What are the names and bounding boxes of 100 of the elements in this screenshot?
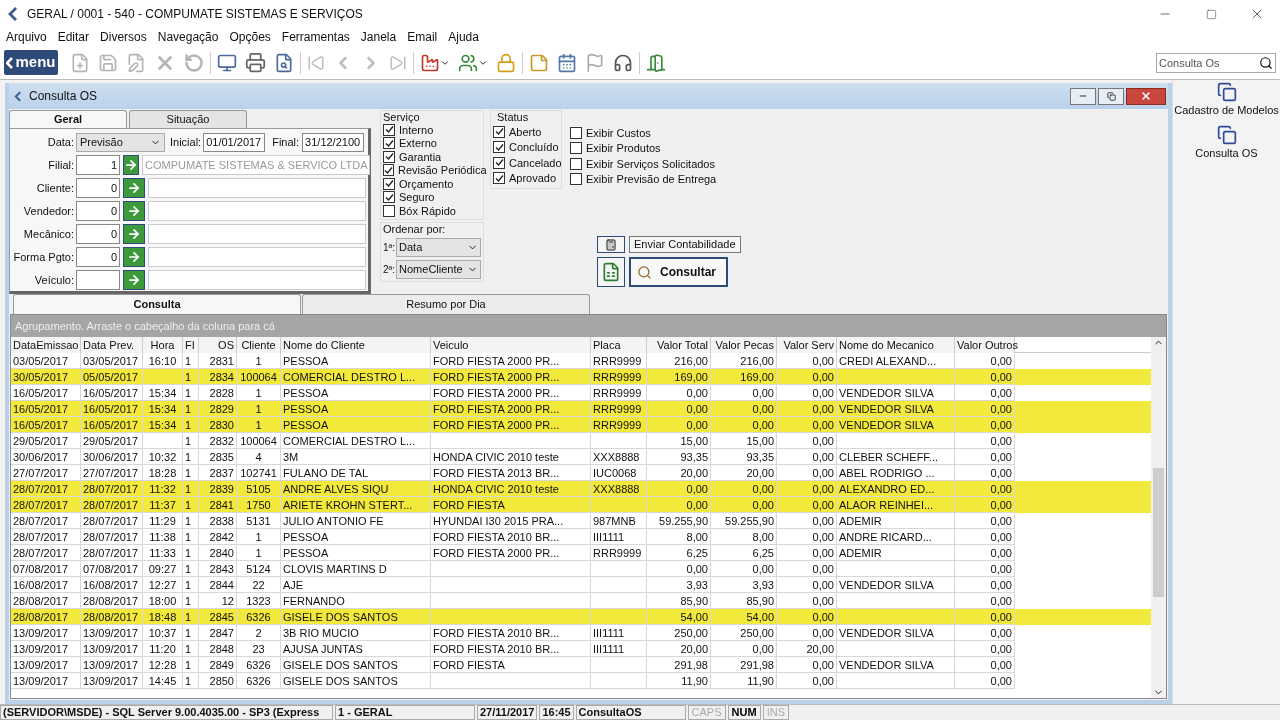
code-field[interactable]: 0 xyxy=(76,247,120,267)
column-header[interactable]: Cliente xyxy=(237,337,281,353)
column-header[interactable]: OS xyxy=(199,337,237,353)
table-row[interactable]: 28/07/2017 28/07/2017 11:32 1 2839 5105 ANDRE ALVES SIQU HONDA CIVIC 2010 teste XXX8888 0,00 0,00 0,00 ALEXANDRO ED... 0,00 xyxy=(11,481,1151,497)
column-header[interactable]: FI xyxy=(183,337,199,353)
tab[interactable]: Resumo por Dia xyxy=(302,294,590,314)
chevron-icon xyxy=(6,56,15,69)
arrow-right-icon xyxy=(127,227,141,241)
restore-button[interactable] xyxy=(1098,87,1124,105)
excel-button[interactable] xyxy=(597,257,625,287)
checkbox[interactable] xyxy=(493,172,505,185)
checkbox[interactable] xyxy=(383,137,395,150)
scrollbar[interactable] xyxy=(1151,337,1166,698)
tab[interactable]: Geral xyxy=(9,110,127,128)
column-header[interactable]: Nome do Cliente xyxy=(281,337,431,353)
checkbox[interactable] xyxy=(383,150,395,163)
code-field[interactable]: 1 xyxy=(76,155,120,175)
headset-icon[interactable] xyxy=(613,52,633,73)
field-label: Vendedor: xyxy=(22,203,75,219)
column-header[interactable]: Nome do Mecanico xyxy=(837,337,955,353)
tab[interactable]: Situação xyxy=(129,110,247,128)
checkbox[interactable] xyxy=(493,125,505,138)
checkbox[interactable] xyxy=(383,204,395,217)
tab[interactable]: Consulta xyxy=(13,294,301,314)
code-field[interactable]: 0 xyxy=(76,224,120,244)
menu-item[interactable]: Ferramentas xyxy=(281,28,350,46)
menu-item[interactable]: Ajuda xyxy=(448,28,479,46)
order-select[interactable]: NomeCliente xyxy=(396,259,481,279)
checkbox-label: Seguro xyxy=(399,190,435,205)
lookup-button[interactable] xyxy=(123,247,145,267)
table-row[interactable]: 30/05/2017 05/05/2017 1 2834 100064 COMERCIAL DESTRO L... FORD FIESTA 2000 PR... RRR9999 169,00 169,00 0,00 0,00 xyxy=(11,369,1151,385)
lookup-button[interactable] xyxy=(123,155,139,175)
column-header[interactable]: Hora xyxy=(143,337,183,353)
lookup-button[interactable] xyxy=(123,270,145,290)
scroll-thumb[interactable] xyxy=(1153,468,1164,597)
table-cell: GISELE DOS SANTOS xyxy=(281,673,431,689)
column-header[interactable]: Data Prev. xyxy=(81,337,143,353)
side-panel-item[interactable]: Consulta OS xyxy=(1195,144,1258,161)
menu-item[interactable]: Arquivo xyxy=(6,28,47,46)
key-indicator: CAPS xyxy=(687,705,726,720)
printer-icon[interactable] xyxy=(245,52,266,73)
start-date-field[interactable]: 01/01/2017 xyxy=(203,132,266,152)
lookup-button[interactable] xyxy=(123,178,145,198)
end-date-field[interactable]: 31/12/2100 xyxy=(302,132,365,152)
table-cell: 0,00 xyxy=(955,673,1015,689)
column-header[interactable]: Valor Total xyxy=(647,337,711,353)
menu-item[interactable]: Email xyxy=(407,28,438,46)
table-row[interactable]: 28/08/2017 28/08/2017 18:48 1 2845 6326 GISELE DOS SANTOS 54,00 54,00 0,00 0,00 xyxy=(11,609,1151,625)
checkbox[interactable] xyxy=(493,156,505,169)
column-header[interactable]: Valor Pecas xyxy=(711,337,777,353)
users-icon[interactable] xyxy=(458,52,488,73)
arrow-right-icon xyxy=(127,181,141,195)
code-field[interactable] xyxy=(76,270,120,290)
lookup-button[interactable] xyxy=(123,201,145,221)
app-logo-icon xyxy=(13,89,23,103)
code-field[interactable]: 0 xyxy=(76,201,120,221)
checkbox[interactable] xyxy=(383,191,395,204)
checkbox[interactable] xyxy=(570,173,582,186)
checkbox[interactable] xyxy=(383,123,395,136)
checkbox-label: Interno xyxy=(399,123,434,138)
factory-icon[interactable] xyxy=(420,52,450,73)
consult-button[interactable]: Consultar xyxy=(629,257,728,287)
menu-item[interactable]: Opções xyxy=(229,28,271,46)
spreadsheet-icon xyxy=(601,262,621,282)
search-field[interactable]: Consulta Os xyxy=(1156,52,1276,73)
menu-item[interactable]: Navegação xyxy=(157,28,219,46)
menu-item[interactable]: Janela xyxy=(360,28,397,46)
date-type-select[interactable]: Previsão xyxy=(76,132,165,152)
checkbox[interactable] xyxy=(570,157,582,170)
menu-item[interactable]: Editar xyxy=(57,28,90,46)
calculator-button[interactable] xyxy=(597,236,625,253)
checkbox[interactable] xyxy=(493,141,505,154)
checkbox[interactable] xyxy=(383,177,395,190)
column-header[interactable]: Placa xyxy=(591,337,647,353)
table-row[interactable]: 28/07/2017 28/07/2017 11:37 1 2841 1750 ARIETE KROHN STERT... FORD FIESTA 0,00 0,00 0,00 ALAOR REINHEI... 0,00 xyxy=(11,497,1151,513)
search-icon[interactable] xyxy=(1259,55,1273,70)
column-header[interactable]: Valor Serv xyxy=(777,337,837,353)
menu-item[interactable]: Diversos xyxy=(100,28,147,46)
table-row[interactable]: 16/05/2017 16/05/2017 15:34 1 2829 1 PESSOA FORD FIESTA 2000 PR... RRR9999 0,00 0,00 0,00 VENDEDOR SILVA 0,00 xyxy=(11,401,1151,417)
minimize-button[interactable] xyxy=(1070,87,1096,105)
note-icon[interactable] xyxy=(529,52,549,73)
column-header[interactable]: Veiculo xyxy=(431,337,591,353)
checkbox[interactable] xyxy=(570,126,582,139)
order-label: 2ª: xyxy=(383,262,396,277)
status-server: (SERVIDOR\MSDE) - SQL Server 9.00.4035.00 - SP3 (Express xyxy=(0,705,333,720)
checkbox[interactable] xyxy=(570,142,582,155)
field-label: Forma Pgto: xyxy=(12,249,75,265)
send-accounting-button[interactable]: Enviar Contabilidade xyxy=(629,236,741,253)
lookup-button[interactable] xyxy=(123,224,145,244)
print-preview-icon[interactable] xyxy=(274,52,294,73)
order-select[interactable]: Data xyxy=(396,237,481,257)
code-field[interactable]: 0 xyxy=(76,178,120,198)
table-row[interactable]: 16/05/2017 16/05/2017 15:34 1 2830 1 PESSOA FORD FIESTA 2000 PR... RRR9999 0,00 0,00 0,00 VENDEDOR SILVA 0,00 xyxy=(11,417,1151,433)
close-button[interactable] xyxy=(1126,87,1166,105)
side-panel-item[interactable]: Cadastro de Modelos xyxy=(1174,102,1279,119)
exit-icon[interactable] xyxy=(646,52,666,73)
column-header[interactable]: DataEmissao xyxy=(11,337,81,353)
checkbox[interactable] xyxy=(383,164,394,177)
calendar-icon[interactable] xyxy=(557,52,577,73)
menu-button[interactable]: menu xyxy=(4,50,58,75)
